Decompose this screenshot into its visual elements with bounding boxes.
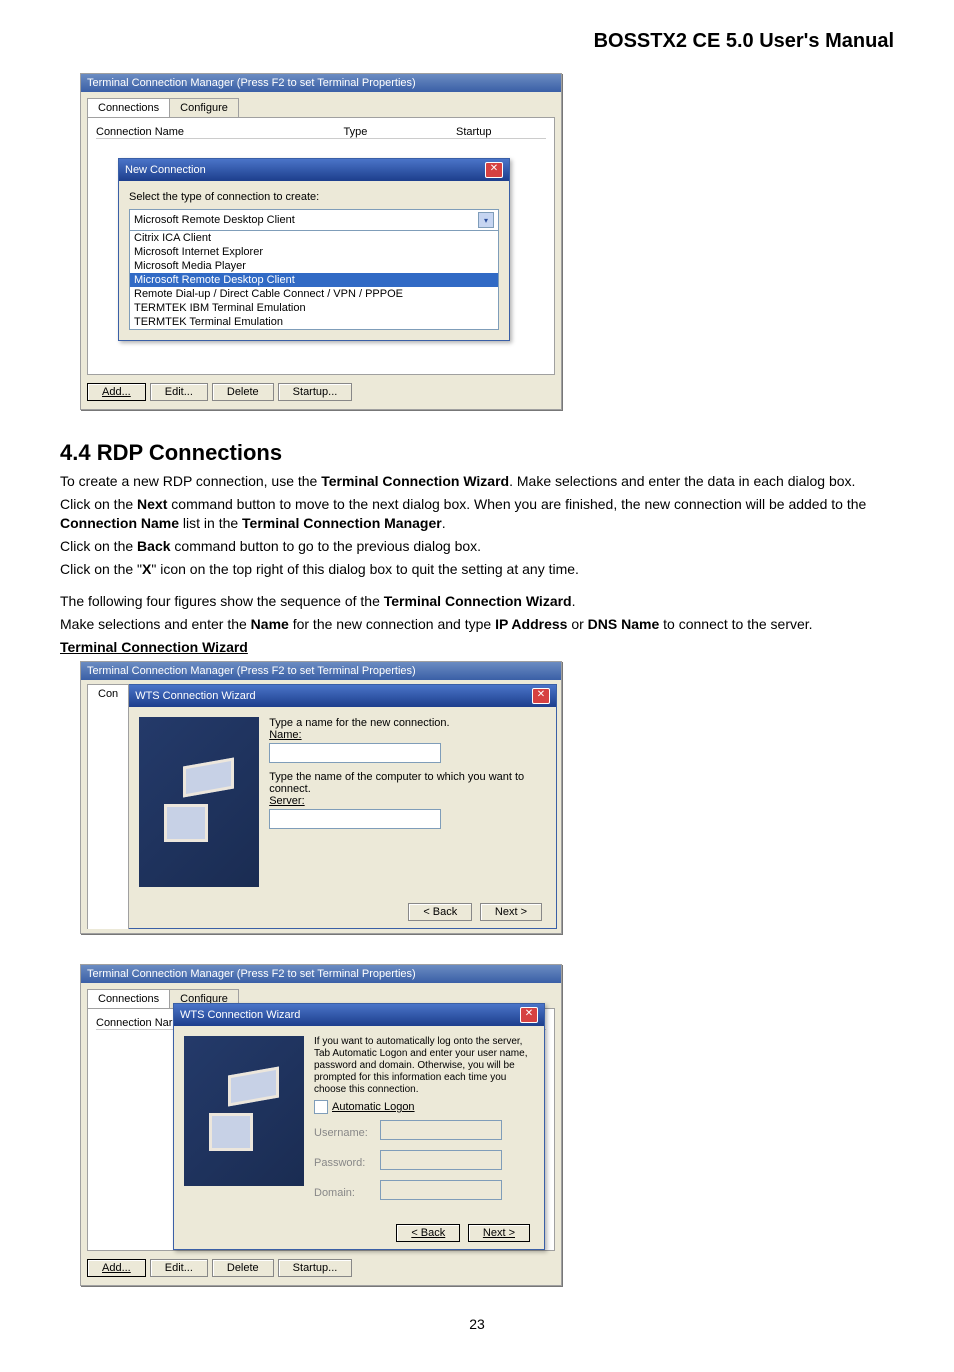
list-item[interactable]: TERMTEK IBM Terminal Emulation <box>130 301 498 315</box>
username-input <box>380 1120 502 1140</box>
list-item[interactable]: Microsoft Media Player <box>130 259 498 273</box>
list-item[interactable]: Microsoft Internet Explorer <box>130 245 498 259</box>
col-startup: Startup <box>456 126 546 138</box>
name-input[interactable] <box>269 743 441 763</box>
list-header: Connection Name Type Startup <box>96 126 546 139</box>
label-server: Server: <box>269 795 546 807</box>
dropdown-selected: Microsoft Remote Desktop Client <box>134 214 295 226</box>
window-title: Terminal Connection Manager (Press F2 to… <box>87 665 416 677</box>
paragraph: Click on the "X" icon on the top right o… <box>60 560 894 579</box>
doc-title: BOSSTX2 CE 5.0 User's Manual <box>60 30 894 53</box>
close-icon[interactable]: ✕ <box>532 688 550 704</box>
screenshot-new-connection: Terminal Connection Manager (Press F2 to… <box>80 73 562 410</box>
label-domain: Domain: <box>314 1187 374 1199</box>
edit-button[interactable]: Edit... <box>150 383 208 401</box>
next-button[interactable]: Next > <box>480 903 542 921</box>
back-button[interactable]: < Back <box>408 903 472 921</box>
add-button[interactable]: Add... <box>87 383 146 401</box>
screenshot-wizard-logon: Terminal Connection Manager (Press F2 to… <box>80 964 562 1286</box>
startup-button[interactable]: Startup... <box>278 1259 353 1277</box>
section-heading: 4.4 RDP Connections <box>60 440 894 466</box>
label-name: Name: <box>269 729 546 741</box>
automatic-logon-label: Automatic Logon <box>332 1101 415 1113</box>
delete-button[interactable]: Delete <box>212 383 274 401</box>
tab-connections[interactable]: Connections <box>87 989 170 1008</box>
back-button[interactable]: < Back <box>396 1224 460 1242</box>
domain-input <box>380 1180 502 1200</box>
page-number: 23 <box>60 1316 894 1332</box>
label-password: Password: <box>314 1157 374 1169</box>
computers-icon <box>209 1071 279 1151</box>
wizard-image <box>139 717 259 887</box>
window-titlebar: Terminal Connection Manager (Press F2 to… <box>81 662 561 680</box>
col-connection-name: Connection Name <box>96 126 344 138</box>
wts-wizard-dialog: WTS Connection Wizard ✕ If you want to a… <box>173 1003 545 1250</box>
wizard-caption: Terminal Connection Wizard <box>60 638 894 657</box>
paragraph: Click on the Back command button to go t… <box>60 537 894 556</box>
new-connection-dialog: New Connection ✕ Select the type of conn… <box>118 158 510 341</box>
dialog-prompt: Select the type of connection to create: <box>129 191 499 203</box>
connection-type-listbox[interactable]: Citrix ICA Client Microsoft Internet Exp… <box>129 230 499 330</box>
tab-connections-partial[interactable]: Con <box>87 684 129 929</box>
close-icon[interactable]: ✕ <box>520 1007 538 1023</box>
col-prefix: Connection Nar <box>96 1017 172 1029</box>
startup-button[interactable]: Startup... <box>278 383 353 401</box>
window-titlebar: Terminal Connection Manager (Press F2 to… <box>81 965 561 983</box>
window-title: Terminal Connection Manager (Press F2 to… <box>87 77 416 89</box>
dialog-title: New Connection <box>125 164 206 176</box>
paragraph: Make selections and enter the Name for t… <box>60 615 894 634</box>
screenshot-wizard-name: Terminal Connection Manager (Press F2 to… <box>80 661 562 934</box>
add-button[interactable]: Add... <box>87 1259 146 1277</box>
password-input <box>380 1150 502 1170</box>
edit-button[interactable]: Edit... <box>150 1259 208 1277</box>
server-input[interactable] <box>269 809 441 829</box>
prompt-name: Type a name for the new connection. <box>269 717 546 729</box>
computers-icon <box>164 762 234 842</box>
close-icon[interactable]: ✕ <box>485 162 503 178</box>
next-button[interactable]: Next > <box>468 1224 530 1242</box>
tab-connections[interactable]: Connections <box>87 98 170 117</box>
window-title: Terminal Connection Manager (Press F2 to… <box>87 968 416 980</box>
paragraph: The following four figures show the sequ… <box>60 592 894 611</box>
list-item[interactable]: Citrix ICA Client <box>130 231 498 245</box>
label-username: Username: <box>314 1127 374 1139</box>
list-item[interactable]: Remote Dial-up / Direct Cable Connect / … <box>130 287 498 301</box>
list-item-selected[interactable]: Microsoft Remote Desktop Client <box>130 273 498 287</box>
wizard-image <box>184 1036 304 1186</box>
chevron-down-icon[interactable]: ▾ <box>478 212 494 228</box>
paragraph: Click on the Next command button to move… <box>60 495 894 533</box>
connection-type-dropdown[interactable]: Microsoft Remote Desktop Client ▾ <box>129 209 499 231</box>
paragraph: To create a new RDP connection, use the … <box>60 472 894 491</box>
wizard-title: WTS Connection Wizard <box>135 690 255 702</box>
wizard-title: WTS Connection Wizard <box>180 1009 300 1021</box>
prompt-server: Type the name of the computer to which y… <box>269 771 546 795</box>
wizard-body-text: If you want to automatically log onto th… <box>314 1036 534 1096</box>
window-titlebar: Terminal Connection Manager (Press F2 to… <box>81 74 561 92</box>
tab-configure[interactable]: Configure <box>169 98 239 117</box>
delete-button[interactable]: Delete <box>212 1259 274 1277</box>
col-type: Type <box>344 126 457 138</box>
list-item[interactable]: TERMTEK Terminal Emulation <box>130 315 498 329</box>
automatic-logon-checkbox[interactable] <box>314 1100 328 1114</box>
